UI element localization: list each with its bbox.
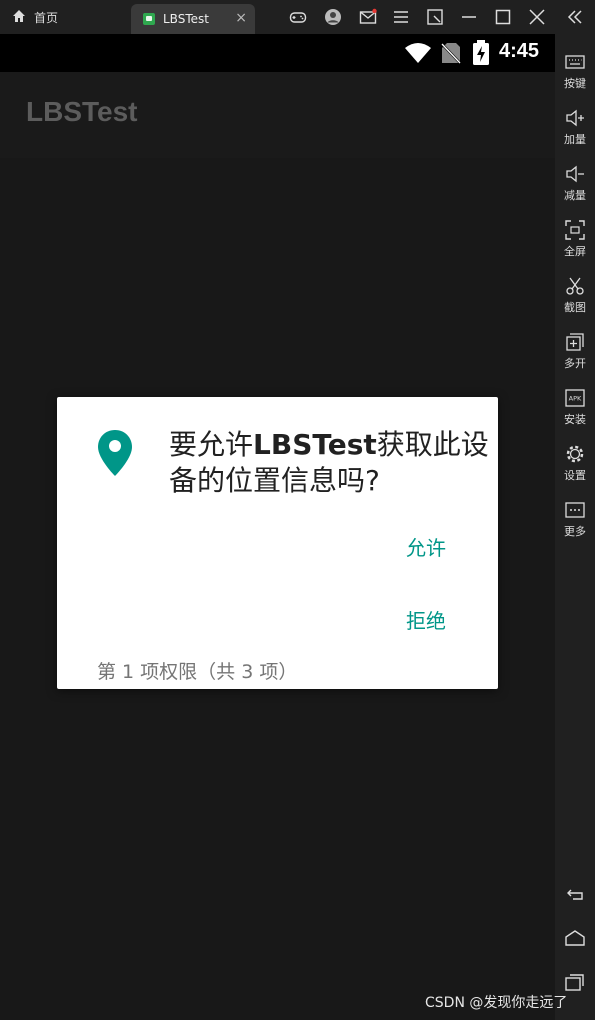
- sidebar-label-settings: 设置: [564, 469, 586, 482]
- permission-counter: 第 1 项权限（共 3 项）: [97, 661, 298, 683]
- apk-icon: APK: [565, 389, 585, 407]
- keyboard-icon: [565, 55, 585, 69]
- emulator-sidebar: 按键 加量 减量 全屏 截图 多开 APK 安装 设置 更多: [555, 34, 595, 1020]
- home-icon: [12, 9, 26, 26]
- mail-icon[interactable]: [359, 8, 377, 26]
- message-prefix: 要允许: [169, 428, 254, 461]
- tab-lbstest[interactable]: LBSTest ×: [131, 4, 255, 34]
- tab-app-label: LBSTest: [163, 12, 209, 26]
- csdn-watermark: CSDN @发现你走远了: [425, 995, 568, 1011]
- battery-charging-icon: [472, 40, 490, 66]
- menu-icon[interactable]: [392, 8, 410, 26]
- app-title: LBSTest: [26, 96, 138, 127]
- sidebar-label-more: 更多: [564, 525, 586, 538]
- account-icon[interactable]: [324, 8, 342, 26]
- sidebar-item-settings[interactable]: 设置: [555, 444, 595, 494]
- svg-text:APK: APK: [569, 395, 582, 403]
- sidebar-label-keys: 按键: [564, 77, 586, 90]
- sidebar-item-multi[interactable]: 多开: [555, 332, 595, 382]
- sidebar-label-volume-down: 减量: [564, 189, 586, 202]
- sidebar-label-install: 安装: [564, 413, 586, 426]
- sidebar-item-screenshot[interactable]: 截图: [555, 276, 595, 326]
- pin-window-icon[interactable]: [426, 8, 444, 26]
- status-clock: 4:45: [499, 40, 540, 62]
- message-app-name: LBSTest: [253, 428, 377, 461]
- wifi-icon: [404, 41, 432, 65]
- location-pin-icon: [97, 429, 133, 477]
- permission-message: 要允许LBSTest获取此设备的位置信息吗?: [169, 427, 489, 499]
- tab-home-label: 首页: [34, 10, 59, 25]
- emulator-titlebar: 首页 LBSTest ×: [0, 0, 595, 34]
- volume-down-icon: [566, 165, 584, 183]
- sidebar-label-multi: 多开: [564, 357, 586, 370]
- gamepad-icon[interactable]: [289, 8, 307, 26]
- app-toolbar: LBSTest: [0, 72, 555, 158]
- multi-instance-icon: [566, 333, 584, 351]
- more-icon: [565, 502, 585, 518]
- sidebar-label-screenshot: 截图: [564, 301, 586, 314]
- sidebar-item-more[interactable]: 更多: [555, 500, 595, 550]
- gear-icon: [566, 445, 584, 463]
- volume-up-icon: [566, 109, 584, 127]
- sidebar-label-fullscreen: 全屏: [564, 245, 586, 258]
- back-icon[interactable]: [565, 884, 585, 904]
- sidebar-item-keys[interactable]: 按键: [555, 52, 595, 102]
- maximize-icon[interactable]: [494, 8, 512, 26]
- sidebar-label-volume-up: 加量: [564, 133, 586, 146]
- no-sim-icon: [441, 42, 461, 64]
- deny-button[interactable]: 拒绝: [406, 605, 446, 634]
- close-icon[interactable]: ×: [235, 10, 247, 26]
- permission-dialog: 要允许LBSTest获取此设备的位置信息吗? 允许 拒绝 第 1 项权限（共 3…: [57, 397, 498, 689]
- android-status-bar: 4:45: [0, 34, 555, 72]
- minimize-icon[interactable]: [460, 8, 478, 26]
- scissors-icon: [566, 277, 584, 295]
- sidebar-item-volume-down[interactable]: 减量: [555, 164, 595, 214]
- sidebar-item-fullscreen[interactable]: 全屏: [555, 220, 595, 270]
- recent-apps-icon[interactable]: [565, 972, 585, 992]
- fullscreen-icon: [565, 220, 585, 240]
- app-icon: [143, 13, 155, 25]
- sidebar-item-volume-up[interactable]: 加量: [555, 108, 595, 158]
- home-nav-icon[interactable]: [565, 928, 585, 948]
- collapse-sidebar-icon[interactable]: [566, 8, 584, 26]
- allow-button[interactable]: 允许: [406, 532, 446, 561]
- close-window-icon[interactable]: [528, 8, 546, 26]
- sidebar-item-install[interactable]: APK 安装: [555, 388, 595, 438]
- tab-home[interactable]: 首页: [12, 0, 122, 34]
